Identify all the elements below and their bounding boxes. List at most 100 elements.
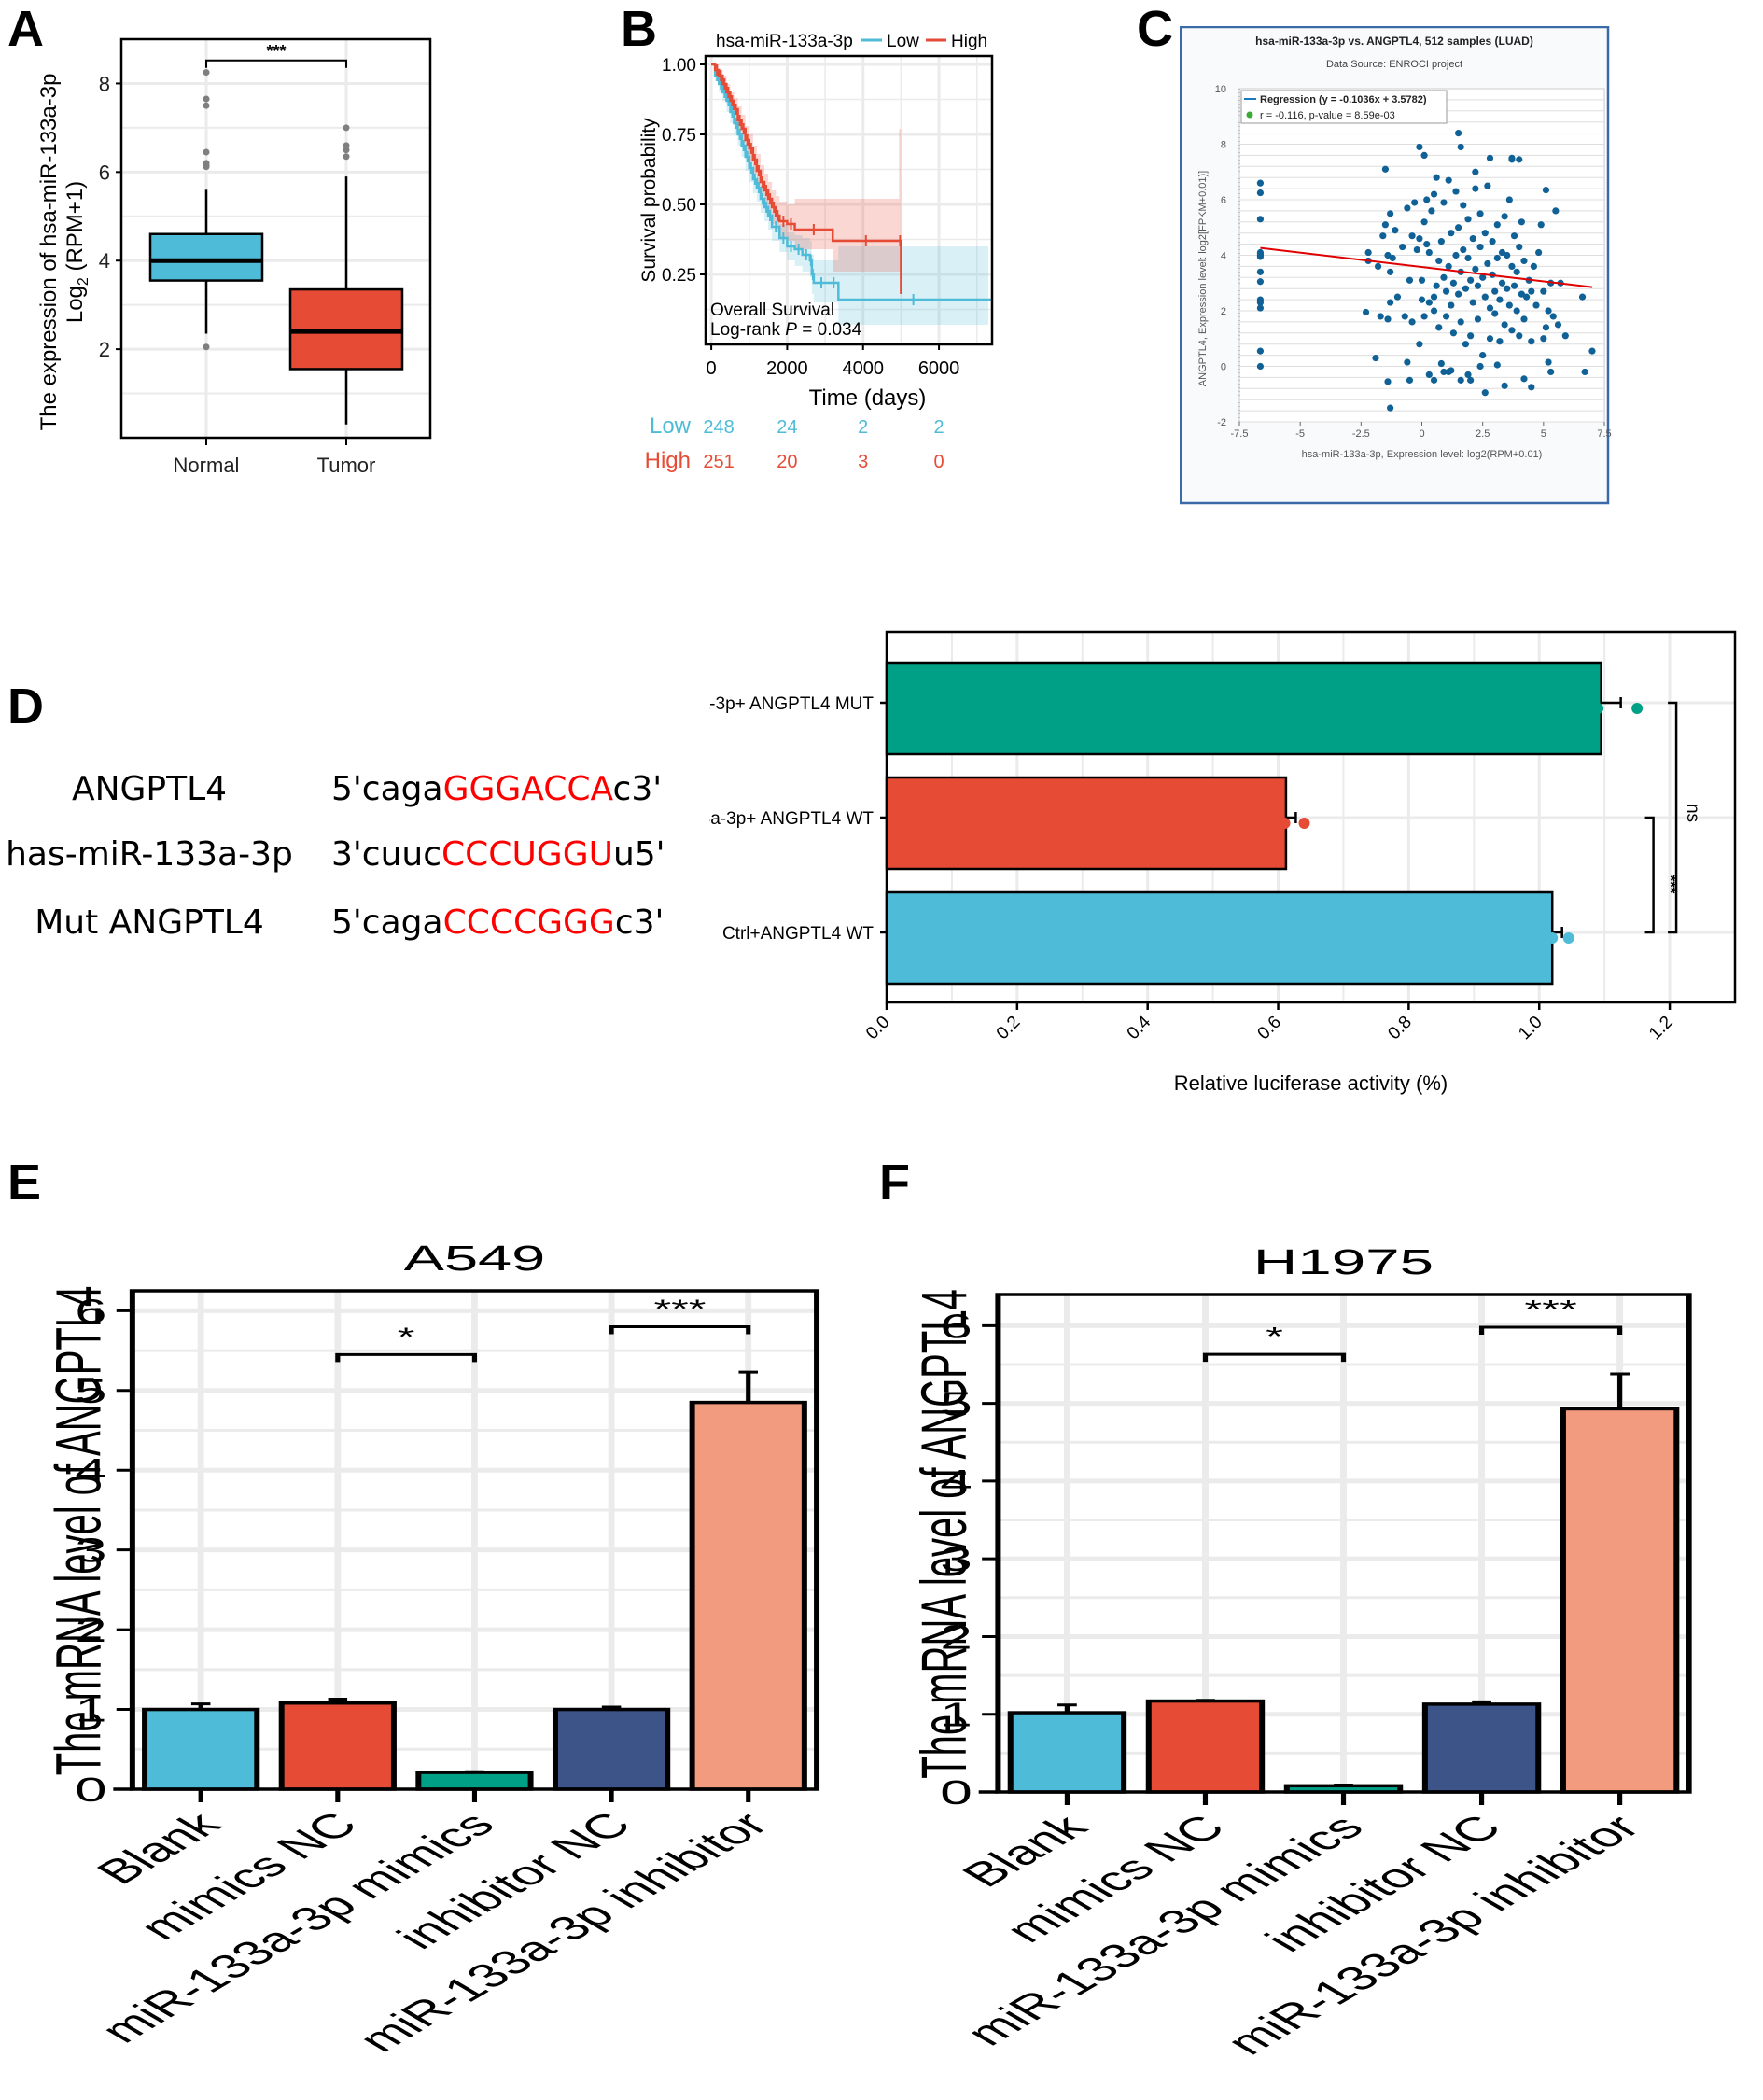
- scatter-point: [1420, 218, 1428, 226]
- data-point: [1546, 932, 1559, 944]
- data-point: [1298, 818, 1310, 829]
- bar-0: [885, 661, 1602, 756]
- outlier-point: [343, 153, 350, 161]
- x-tick-label: 2.5: [1476, 428, 1490, 440]
- scatter-point: [1425, 299, 1433, 306]
- x-tick-label: -5: [1295, 428, 1305, 440]
- scatter-point: [1256, 278, 1265, 286]
- y-axis-label: The expression of hsa-miR-133a-3p Log2 (R…: [36, 74, 91, 431]
- risk-table-count: 3: [858, 452, 868, 472]
- legend-label-correlation: r = -0.116, p-value = 8.59e-03: [1260, 110, 1395, 121]
- scatter-point: [1462, 285, 1470, 292]
- scatter-point: [1501, 213, 1508, 220]
- scatter-point: [1256, 362, 1265, 371]
- scatter-point: [1537, 221, 1545, 229]
- x-tick-label: 0: [707, 358, 717, 379]
- scatter-point: [1457, 143, 1464, 151]
- category-label: hsa-miR-133a-3p+ ANGPTL4 MUT: [709, 694, 874, 714]
- significance-bracket: [335, 1352, 478, 1363]
- scatter-point: [1418, 296, 1426, 303]
- scatter-point: [1440, 273, 1448, 281]
- x-tick-label: 4000: [842, 358, 884, 379]
- scatter-point: [1528, 384, 1535, 391]
- scatter-point: [1256, 268, 1265, 275]
- risk-table-count: 248: [703, 417, 734, 438]
- scatter-point: [1508, 262, 1516, 270]
- legend-swatch-correlation: [1246, 111, 1253, 119]
- scatter-point: [1493, 361, 1501, 369]
- outlier-point: [343, 124, 350, 132]
- scatter-point: [1510, 232, 1518, 240]
- risk-table-count: 251: [703, 452, 734, 472]
- x-tick-label: 1.0: [1515, 1013, 1546, 1044]
- legend-label-regression: Regression (y = -0.1036x + 3.5782): [1260, 94, 1427, 105]
- scatter-point: [1377, 313, 1384, 320]
- y-axis-label: ANGPTL4, Expression level: log2[FPKM+0.0…: [1197, 171, 1209, 386]
- scatter-point: [1481, 389, 1489, 397]
- y-tick-label: 2: [1221, 306, 1226, 317]
- boxplot-chart-a: 2 4 6 8 Normal Tumor *** The expression of hsa-…: [36, 37, 432, 477]
- risk-table-count: 0: [934, 452, 944, 472]
- scatter-point: [1486, 154, 1494, 161]
- scatter-point: [1425, 371, 1433, 379]
- category-label: Ctrl+ANGPTL4 WT: [722, 924, 874, 944]
- scatter-point: [1486, 304, 1494, 312]
- scatter-point: [1437, 359, 1445, 368]
- scatter-point: [1464, 216, 1472, 223]
- scatter-point: [1516, 156, 1523, 163]
- panel-label-d: D: [7, 679, 44, 735]
- risk-table-count: 2: [934, 417, 944, 438]
- scatter-point: [1387, 299, 1394, 306]
- sequence-suffix: c3': [612, 770, 663, 808]
- scatter-point: [1460, 245, 1467, 254]
- x-tick-label: 0.2: [993, 1013, 1025, 1044]
- scatter-point: [1455, 224, 1462, 231]
- significance-bracket: [1478, 1325, 1623, 1335]
- scatter-point: [1455, 130, 1462, 137]
- scatter-point: [1433, 174, 1440, 181]
- scatter-point: [1522, 293, 1531, 301]
- outlier-point: [343, 147, 350, 154]
- scatter-point: [1561, 332, 1569, 340]
- scatter-point: [1416, 235, 1423, 243]
- x-tick-label: 0: [1419, 428, 1424, 440]
- scatter-point: [1440, 199, 1448, 206]
- sequence-prefix: 5'caga: [331, 903, 443, 942]
- scatter-point: [1476, 243, 1484, 251]
- scatter-point: [1472, 185, 1479, 192]
- scatter-point: [1542, 324, 1550, 331]
- scatter-point: [1516, 243, 1523, 251]
- scatter-point: [1472, 168, 1479, 175]
- chart-title: hsa-miR-133a-3p vs. ANGPTL4, 512 samples…: [1255, 35, 1533, 48]
- significance-bracket: [609, 1324, 751, 1335]
- scatter-point: [1445, 262, 1452, 270]
- scatter-point: [1455, 290, 1462, 298]
- scatter-point: [1540, 335, 1547, 343]
- scatter-point: [1416, 143, 1423, 151]
- scatter-point: [1430, 376, 1438, 384]
- scatter-point: [1547, 368, 1555, 376]
- scatter-point: [1256, 216, 1265, 223]
- scatter-point: [1479, 352, 1487, 359]
- scatter-point: [1256, 189, 1265, 197]
- y-axis-label: Survival probability: [638, 118, 660, 283]
- significance-label: ***: [266, 42, 286, 61]
- scatter-point: [1491, 287, 1499, 295]
- scatter-point: [1528, 287, 1535, 295]
- scatter-point: [1393, 293, 1402, 301]
- scatter-point: [1404, 358, 1411, 366]
- scatter-point: [1387, 268, 1394, 275]
- scatter-point: [1374, 262, 1382, 270]
- scatter-point: [1411, 199, 1419, 206]
- scatter-point: [1476, 362, 1484, 371]
- y-axis-label-line2: Log2 (RPM+1): [63, 181, 91, 323]
- sequence-prefix: 5'caga: [331, 770, 443, 808]
- scatter-point: [1474, 282, 1482, 289]
- scatter-point: [1469, 235, 1476, 243]
- x-axis-label: Relative luciferase activity (%): [1174, 1071, 1448, 1095]
- scatter-point: [1532, 301, 1540, 309]
- risk-table-group-label: High: [645, 448, 691, 473]
- y-axis-label: The mRNA level of ANGPTL4: [907, 1289, 979, 1779]
- luciferase-bar-chart-d: hsa-miR-133a-3p+ ANGPTL4 MUT hsa-miR-133a…: [709, 630, 1737, 1095]
- scatter-point: [1423, 241, 1431, 248]
